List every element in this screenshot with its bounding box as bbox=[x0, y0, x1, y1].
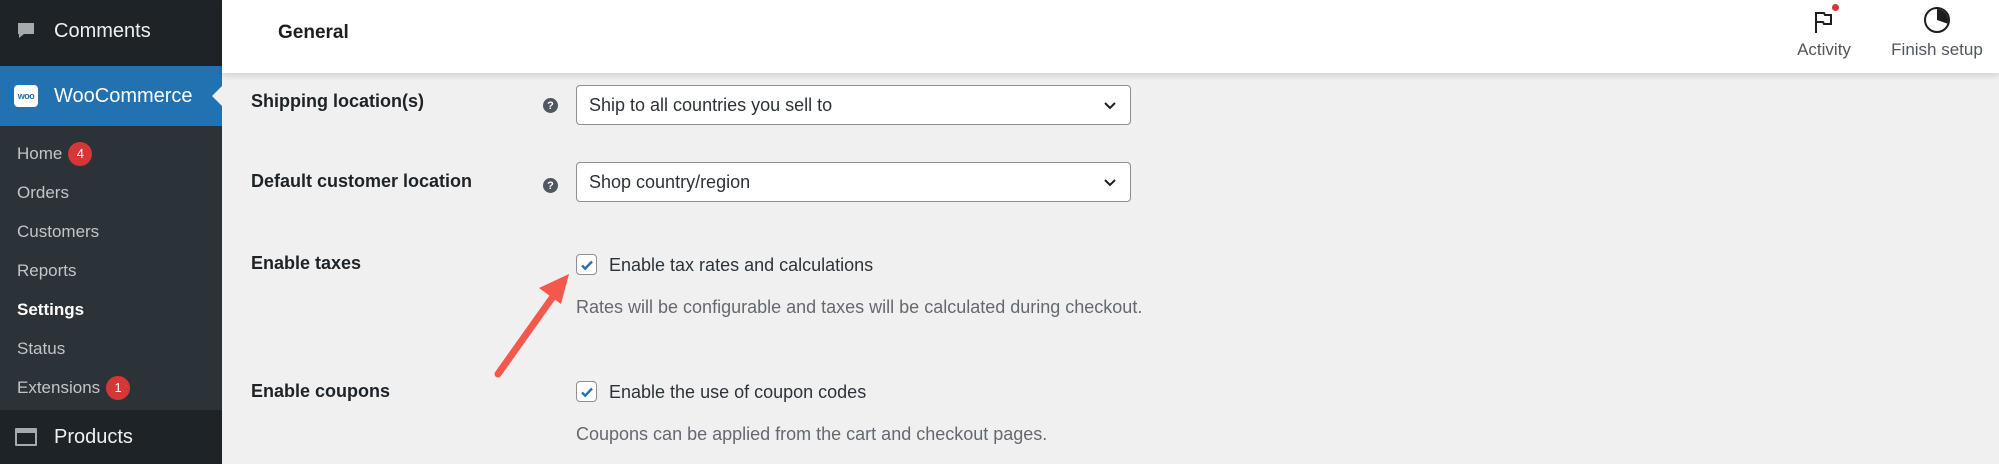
submenu-item-reports[interactable]: Reports bbox=[0, 251, 222, 290]
menu-item-products[interactable]: Products bbox=[0, 410, 222, 464]
submenu-item-label: Customers bbox=[17, 221, 100, 241]
menu-item-woocommerce[interactable]: woo WooCommerce bbox=[0, 66, 222, 126]
enable-coupons-description: Coupons can be applied from the cart and… bbox=[576, 424, 1048, 444]
default-customer-location-label: Default customer location bbox=[251, 171, 473, 191]
finish-setup-label: Finish setup bbox=[1891, 40, 1983, 59]
help-icon[interactable]: ? bbox=[543, 98, 558, 113]
submenu-item-label: Status bbox=[17, 338, 66, 358]
finish-setup-button[interactable]: Finish setup bbox=[1874, 6, 1999, 68]
activity-label: Activity bbox=[1797, 40, 1851, 59]
menu-item-products-label: Products bbox=[54, 425, 133, 448]
submenu-item-customers[interactable]: Customers bbox=[0, 212, 222, 251]
submenu-item-label: Extensions bbox=[17, 377, 101, 397]
menu-item-comments-label: Comments bbox=[54, 19, 151, 42]
activity-notification-dot bbox=[1832, 4, 1839, 11]
enable-taxes-checkbox-label[interactable]: Enable tax rates and calculations bbox=[609, 255, 873, 276]
speech-bubble-icon bbox=[14, 19, 38, 43]
archive-box-icon bbox=[14, 425, 38, 449]
enable-coupons-checkbox-label[interactable]: Enable the use of coupon codes bbox=[609, 382, 866, 403]
page-title: General bbox=[278, 22, 349, 43]
extensions-count-badge: 1 bbox=[106, 375, 131, 400]
flag-icon bbox=[1813, 4, 1839, 34]
default-customer-location-select[interactable]: Shop country/region bbox=[576, 162, 1131, 202]
submenu-item-label: Settings bbox=[17, 299, 85, 319]
submenu-item-label: Orders bbox=[17, 182, 69, 202]
woo-logo: woo bbox=[14, 85, 38, 107]
enable-taxes-description: Rates will be configurable and taxes wil… bbox=[576, 297, 1143, 317]
enable-coupons-checkbox[interactable] bbox=[576, 381, 597, 402]
submenu-item-label: Home bbox=[17, 143, 63, 163]
activity-button[interactable]: Activity bbox=[1776, 4, 1872, 68]
shipping-locations-value: Ship to all countries you sell to bbox=[589, 94, 833, 115]
shipping-locations-select[interactable]: Ship to all countries you sell to bbox=[576, 85, 1131, 125]
chevron-down-icon bbox=[1102, 174, 1118, 195]
home-count-badge: 4 bbox=[68, 141, 93, 166]
progress-circle-icon bbox=[1923, 6, 1951, 34]
woo-logo-icon: woo bbox=[14, 84, 38, 108]
submenu-item-settings[interactable]: Settings bbox=[0, 290, 222, 329]
chevron-down-icon bbox=[1102, 97, 1118, 118]
default-customer-location-value: Shop country/region bbox=[589, 171, 751, 192]
enable-taxes-label: Enable taxes bbox=[251, 253, 362, 273]
submenu-item-status[interactable]: Status bbox=[0, 329, 222, 368]
menu-item-comments[interactable]: Comments bbox=[0, 0, 222, 62]
submenu-item-label: Reports bbox=[17, 260, 77, 280]
submenu-item-home[interactable]: Home 4 bbox=[0, 134, 222, 173]
help-icon[interactable]: ? bbox=[543, 178, 558, 193]
shipping-locations-label: Shipping location(s) bbox=[251, 91, 424, 111]
settings-form: Shipping location(s) ? Ship to all count… bbox=[222, 73, 1999, 464]
woocommerce-header: General Activity Finish setup bbox=[222, 0, 1999, 73]
checkmark-icon bbox=[580, 387, 593, 397]
enable-taxes-checkbox[interactable] bbox=[576, 254, 597, 275]
submenu-item-orders[interactable]: Orders bbox=[0, 173, 222, 212]
admin-sidebar: Comments woo WooCommerce Home 4 Orders C… bbox=[0, 0, 222, 464]
woocommerce-submenu: Home 4 Orders Customers Reports Settings… bbox=[0, 126, 222, 410]
menu-item-woocommerce-label: WooCommerce bbox=[54, 84, 193, 107]
checkmark-icon bbox=[580, 260, 593, 270]
enable-coupons-label: Enable coupons bbox=[251, 381, 391, 401]
submenu-item-extensions[interactable]: Extensions 1 bbox=[0, 368, 222, 407]
